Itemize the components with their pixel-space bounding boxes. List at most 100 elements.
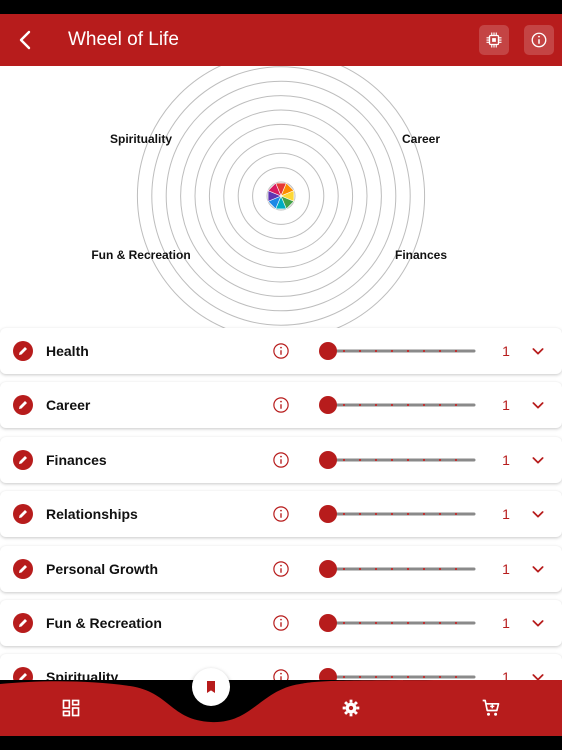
chevron-down-icon[interactable] [530,506,546,522]
chevron-down-icon[interactable] [530,452,546,468]
slider-tick [422,458,426,461]
info-icon[interactable] [272,451,290,469]
category-name: Fun & Recreation [46,614,162,631]
info-icon[interactable] [272,614,290,632]
category-name: Personal Growth [46,560,159,577]
category-row: Spirituality 1 [0,654,562,680]
score-slider[interactable] [318,395,476,415]
slider-tick [454,676,458,679]
slider-tick [406,513,410,516]
slider-tick [358,621,362,625]
wheel-svg [136,66,426,328]
edit-button[interactable] [13,395,33,416]
chevron-down-icon[interactable] [530,397,546,413]
info-icon[interactable] [272,505,290,523]
slider-tick [390,349,394,353]
edit-button[interactable] [13,558,33,579]
nav-cart[interactable] [477,694,505,722]
chip-button[interactable] [479,25,509,55]
info-icon[interactable] [272,668,290,680]
category-row: Health 1 [0,328,562,374]
info-button[interactable] [524,25,554,55]
pencil-icon [19,564,27,573]
slider-tick [390,404,394,407]
app-bar: Wheel of Life [0,14,562,66]
category-name: Relationships [46,506,138,523]
nav-settings[interactable] [337,694,365,722]
pencil-icon [19,455,27,464]
slider-tick [374,676,378,679]
info-icon[interactable] [272,396,290,414]
nav-bookmark[interactable] [192,668,230,706]
category-row: Fun & Recreation 1 [0,599,562,646]
slider-tick [374,349,378,353]
slider-tick [390,676,394,679]
status-bar [0,0,562,14]
slider-tick [422,513,426,516]
category-list: Health 1 Career 1 Finances 1 Relationshi… [0,328,562,680]
chevron-down-icon[interactable] [530,561,546,577]
slider-tick [454,621,458,625]
category-value: 1 [502,451,510,468]
bottom-nav [0,668,562,736]
slider-tick [454,567,458,570]
edit-button[interactable] [13,341,33,361]
slider-tick [422,676,426,679]
wheel-chart: Spirituality Career Fun & Recreation Fin… [0,66,562,328]
score-slider[interactable] [318,667,476,680]
category-name: Health [46,343,89,359]
pencil-icon [19,618,27,627]
slider-tick [438,621,442,625]
category-name: Finances [46,451,107,468]
cart-icon [482,699,500,716]
score-slider[interactable] [318,613,476,633]
nav-dashboard[interactable] [57,694,85,722]
slider-tick [358,458,362,461]
slider-tick [342,621,346,625]
score-slider[interactable] [318,504,476,524]
edit-button[interactable] [13,504,33,525]
wheel-label-spirituality: Spirituality [109,132,173,146]
score-slider[interactable] [318,341,476,361]
slider-tick [358,567,362,570]
slider-tick [438,513,442,516]
chevron-down-icon[interactable] [530,669,546,680]
score-slider[interactable] [318,559,476,579]
chevron-down-icon[interactable] [530,343,546,359]
category-value: 1 [502,397,510,414]
edit-button[interactable] [13,612,33,633]
category-row: Relationships 1 [0,491,562,538]
slider-tick [342,676,346,679]
score-slider[interactable] [318,450,476,470]
slider-tick [390,567,394,570]
slider-tick [342,458,346,461]
category-value: 1 [502,560,510,577]
slider-tick [342,349,346,353]
category-value: 1 [502,343,510,359]
slider-tick [374,458,378,461]
slider-tick [406,404,410,407]
gear-icon [342,699,360,717]
slider-tick [374,567,378,570]
slider-tick [342,513,346,516]
slider-tick [374,621,378,625]
edit-button[interactable] [13,667,33,680]
pencil-icon [19,401,27,410]
info-icon[interactable] [272,342,290,360]
info-icon[interactable] [272,560,290,578]
slider-tick [406,349,410,353]
slider-tick [406,458,410,461]
category-row: Finances 1 [0,436,562,483]
slider-tick [454,458,458,461]
slider-tick [406,567,410,570]
slider-tick [358,404,362,407]
edit-button[interactable] [13,449,33,470]
chevron-down-icon[interactable] [530,615,546,631]
chevron-left-icon[interactable] [14,28,38,52]
category-value: 1 [502,669,510,680]
category-value: 1 [502,506,510,523]
slider-tick [358,676,362,679]
slider-tick [438,458,442,461]
home-indicator-bar [0,736,562,750]
slider-tick [406,676,410,679]
